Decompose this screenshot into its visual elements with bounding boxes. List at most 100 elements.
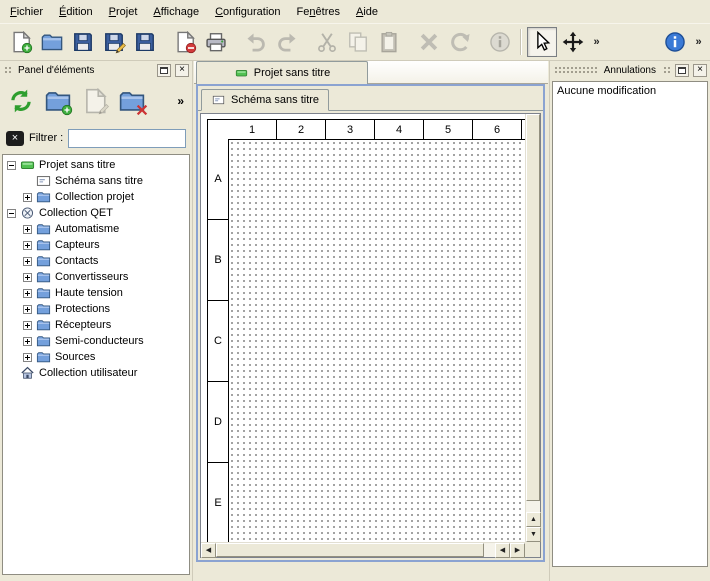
- left-arrow-icon: ◀: [500, 547, 505, 554]
- elements-panel-toolbar: »: [0, 79, 192, 123]
- delete-collection-button[interactable]: [115, 84, 149, 118]
- menu-affichage[interactable]: Affichage: [145, 2, 207, 22]
- tree-item[interactable]: Schéma sans titre: [3, 173, 189, 189]
- expand-expander-icon[interactable]: [23, 257, 32, 266]
- paste-button[interactable]: [374, 27, 404, 57]
- tree-item[interactable]: Protections: [3, 301, 189, 317]
- dock-grip[interactable]: [662, 65, 671, 75]
- qet-collection-icon: [20, 206, 35, 220]
- tree-item[interactable]: Collection QET: [3, 205, 189, 221]
- pan-mode-button[interactable]: [558, 27, 588, 57]
- save-button[interactable]: [68, 27, 98, 57]
- dock-grip[interactable]: [553, 65, 598, 75]
- scroll-left-button[interactable]: ◀: [495, 543, 510, 558]
- menu-fenetres[interactable]: Fenêtres: [289, 2, 348, 22]
- copy-button[interactable]: [343, 27, 373, 57]
- expand-expander-icon[interactable]: [23, 337, 32, 346]
- close-icon: ×: [697, 65, 703, 75]
- selection-mode-button[interactable]: [527, 27, 557, 57]
- undo-button[interactable]: [241, 27, 271, 57]
- project-tab[interactable]: Projet sans titre: [196, 61, 368, 84]
- tree-item[interactable]: Sources: [3, 349, 189, 365]
- folder-icon: [36, 270, 51, 284]
- toolbar-overflow-button[interactable]: »: [589, 27, 604, 57]
- help-overflow-button[interactable]: »: [691, 27, 706, 57]
- clear-filter-button[interactable]: ×: [6, 131, 24, 146]
- redo-button[interactable]: [272, 27, 302, 57]
- tree-item[interactable]: Projet sans titre: [3, 157, 189, 173]
- tree-item[interactable]: Récepteurs: [3, 317, 189, 333]
- collapse-expander-icon[interactable]: [7, 161, 16, 170]
- close-panel-button[interactable]: ×: [175, 64, 189, 77]
- open-project-button[interactable]: [37, 27, 67, 57]
- print-button[interactable]: [201, 27, 231, 57]
- filter-input[interactable]: [68, 129, 186, 148]
- elements-tree[interactable]: Projet sans titre Schéma sans titre Coll…: [2, 154, 190, 575]
- scroll-right-button[interactable]: ▶: [510, 543, 525, 558]
- tree-item[interactable]: Automatisme: [3, 221, 189, 237]
- collapse-expander-icon[interactable]: [7, 209, 16, 218]
- tree-item-label: Collection QET: [39, 207, 113, 219]
- save-all-button[interactable]: [130, 27, 160, 57]
- tree-item[interactable]: Convertisseurs: [3, 269, 189, 285]
- info-icon: [489, 31, 511, 53]
- tree-item[interactable]: Capteurs: [3, 237, 189, 253]
- diagram-canvas[interactable]: 1 2 3 4 5 6 A B C: [201, 114, 525, 542]
- expand-expander-icon[interactable]: [23, 273, 32, 282]
- grid-dots[interactable]: [229, 140, 525, 542]
- rotate-button[interactable]: [445, 27, 475, 57]
- reload-collections-button[interactable]: [4, 84, 38, 118]
- elements-panel-titlebar[interactable]: Panel d'éléments ×: [0, 61, 192, 79]
- scroll-down-button[interactable]: ▼: [526, 527, 541, 542]
- undo-panel-titlebar[interactable]: Annulations ×: [550, 61, 710, 79]
- close-file-button[interactable]: [170, 27, 200, 57]
- close-panel-button[interactable]: ×: [693, 64, 707, 77]
- menu-edition[interactable]: Édition: [51, 2, 101, 22]
- expand-expander-icon[interactable]: [23, 305, 32, 314]
- save-as-button[interactable]: [99, 27, 129, 57]
- folder-icon: [36, 350, 51, 364]
- tree-item[interactable]: Contacts: [3, 253, 189, 269]
- expand-expander-icon[interactable]: [23, 241, 32, 250]
- undo-history-list[interactable]: Aucune modification: [552, 81, 708, 567]
- float-panel-button[interactable]: [675, 64, 689, 77]
- expand-expander-icon[interactable]: [23, 193, 32, 202]
- folder-icon: [36, 302, 51, 316]
- new-collection-button[interactable]: [41, 84, 75, 118]
- diagram-tab[interactable]: Schéma sans titre: [201, 89, 329, 111]
- expand-expander-icon[interactable]: [23, 289, 32, 298]
- menu-fichier[interactable]: Fichier: [2, 2, 51, 22]
- horizontal-scrollbar-thumb[interactable]: [216, 543, 484, 557]
- menu-configuration[interactable]: Configuration: [207, 2, 288, 22]
- filter-label: Filtrer :: [29, 132, 63, 144]
- new-document-button[interactable]: [6, 27, 36, 57]
- menu-projet[interactable]: Projet: [101, 2, 146, 22]
- diagram-info-button[interactable]: [485, 27, 515, 57]
- horizontal-scrollbar[interactable]: ◀ ◀ ▶: [201, 542, 525, 557]
- expand-expander-icon[interactable]: [23, 321, 32, 330]
- scroll-up-button[interactable]: ▲: [526, 512, 541, 527]
- open-folder-icon: [41, 31, 63, 53]
- home-icon: [20, 366, 35, 380]
- tree-item[interactable]: Collection projet: [3, 189, 189, 205]
- vertical-scrollbar-thumb[interactable]: [526, 114, 540, 501]
- panel-toolbar-overflow-button[interactable]: »: [177, 94, 184, 108]
- delete-button[interactable]: [414, 27, 444, 57]
- float-panel-button[interactable]: [157, 64, 171, 77]
- tree-item[interactable]: Collection utilisateur: [3, 365, 189, 381]
- vertical-scrollbar[interactable]: ▲ ▼: [525, 114, 540, 542]
- scroll-left-button[interactable]: ◀: [201, 543, 216, 558]
- expand-expander-icon[interactable]: [23, 353, 32, 362]
- edit-element-button[interactable]: [78, 84, 112, 118]
- cut-button[interactable]: [312, 27, 342, 57]
- menu-aide[interactable]: Aide: [348, 2, 386, 22]
- dock-grip[interactable]: [3, 65, 12, 75]
- about-button[interactable]: [660, 27, 690, 57]
- tree-item[interactable]: Haute tension: [3, 285, 189, 301]
- expand-expander-icon[interactable]: [23, 225, 32, 234]
- tree-item[interactable]: Semi-conducteurs: [3, 333, 189, 349]
- diagram-sheet: 1 2 3 4 5 6 A B C: [207, 119, 525, 542]
- tree-item-label: Projet sans titre: [39, 159, 115, 171]
- main-toolbar: » »: [0, 23, 710, 61]
- down-arrow-icon: ▼: [530, 531, 537, 538]
